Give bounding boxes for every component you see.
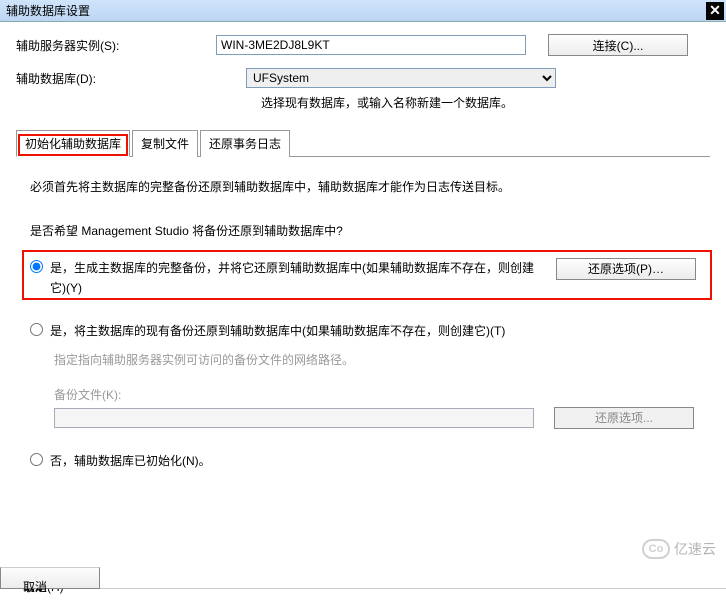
watermark-icon: Co	[642, 539, 670, 559]
cancel-button[interactable]: 取消	[0, 567, 100, 589]
backup-file-label: 备份文件(K):	[54, 386, 696, 403]
radio-label-existing: 是，将主数据库的现有备份还原到辅助数据库中(如果辅助数据库不存在，则创建它)(T…	[50, 321, 696, 341]
dialog-body: 辅助服务器实例(S): 连接(C)... 辅助数据库(D): UFSystem …	[0, 22, 726, 471]
restore-options-button-2: 还原选项...	[554, 407, 694, 429]
tab-init[interactable]: 初始化辅助数据库	[16, 130, 130, 157]
intro-text: 必须首先将主数据库的完整备份还原到辅助数据库中，辅助数据库才能作为日志传送目标。	[30, 177, 696, 197]
secondary-db-label: 辅助数据库(D):	[16, 70, 246, 87]
window-title: 辅助数据库设置	[6, 2, 90, 19]
dialog-footer: 帮助(H) 确定 取消	[0, 588, 726, 599]
tab-restore-log[interactable]: 还原事务日志	[200, 130, 290, 157]
connect-button[interactable]: 连接(C)...	[548, 34, 688, 56]
db-hint-text: 选择现有数据库，或输入名称新建一个数据库。	[261, 94, 710, 111]
network-path-label: 指定指向辅助服务器实例可访问的备份文件的网络路径。	[54, 351, 696, 368]
watermark: Co 亿速云	[642, 539, 716, 559]
restore-options-button[interactable]: 还原选项(P)…	[556, 258, 696, 280]
secondary-db-select[interactable]: UFSystem	[246, 68, 556, 88]
radio-option-existing-backup[interactable]: 是，将主数据库的现有备份还原到辅助数据库中(如果辅助数据库不存在，则创建它)(T…	[30, 321, 696, 341]
radio-option-generate-backup[interactable]: 是，生成主数据库的完整备份，并将它还原到辅助数据库中(如果辅助数据库不存在，则创…	[30, 258, 696, 299]
radio-input-existing[interactable]	[30, 323, 43, 336]
radio-input-already-init[interactable]	[30, 453, 43, 466]
server-instance-label: 辅助服务器实例(S):	[16, 37, 216, 54]
tab-panel-init: 必须首先将主数据库的完整备份还原到辅助数据库中，辅助数据库才能作为日志传送目标。…	[16, 165, 710, 471]
close-icon[interactable]: ✕	[706, 2, 724, 20]
backup-file-input	[54, 408, 534, 428]
server-instance-input[interactable]	[216, 35, 526, 55]
radio-input-generate[interactable]	[30, 260, 43, 273]
existing-backup-subsection: 指定指向辅助服务器实例可访问的备份文件的网络路径。 备份文件(K): 还原选项.…	[54, 351, 696, 429]
radio-option-already-init[interactable]: 否，辅助数据库已初始化(N)。	[30, 451, 696, 471]
question-text: 是否希望 Management Studio 将备份还原到辅助数据库中?	[30, 221, 696, 241]
radio-label-generate: 是，生成主数据库的完整备份，并将它还原到辅助数据库中(如果辅助数据库不存在，则创…	[50, 258, 556, 299]
tab-strip: 初始化辅助数据库 复制文件 还原事务日志	[16, 129, 710, 157]
radio-label-already-init: 否，辅助数据库已初始化(N)。	[50, 451, 696, 471]
title-bar: 辅助数据库设置 ✕	[0, 0, 726, 22]
tab-copy-files[interactable]: 复制文件	[132, 130, 198, 157]
watermark-text: 亿速云	[674, 539, 716, 559]
